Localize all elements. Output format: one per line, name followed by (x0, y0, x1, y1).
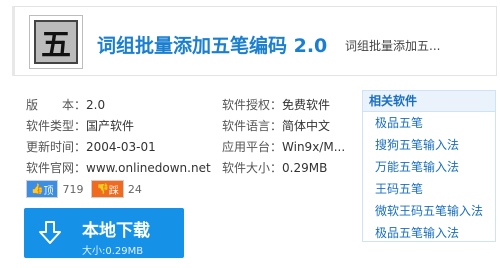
downvote-label: 踩 (108, 185, 119, 197)
info-size: 软件大小：0.29MB (222, 159, 327, 176)
language-label: 软件语言： (222, 119, 283, 133)
download-size: 大小:0.29MB (82, 246, 144, 257)
updated-label: 更新时间： (26, 140, 87, 154)
info-language: 软件语言：简体中文 (222, 117, 330, 134)
related-item[interactable]: 王码五笔 (363, 178, 495, 200)
size-value: 0.29MB (282, 161, 328, 175)
app-logo: 五 (29, 15, 83, 69)
thumbs-down-icon: 👎 (96, 183, 109, 195)
download-arrow-icon (39, 221, 61, 244)
info-type: 软件类型：国产软件 (26, 117, 134, 134)
type-value: 国产软件 (86, 119, 135, 133)
local-download-button[interactable]: 本地下载 大小:0.29MB (24, 208, 184, 258)
platform-value: Win9x/M... (282, 140, 346, 154)
license-label: 软件授权： (222, 98, 283, 112)
version-label: 版 本： (26, 98, 87, 112)
info-license: 软件授权：免费软件 (222, 96, 330, 113)
upvote-label: 顶 (43, 185, 54, 197)
vote-bar: 👍 顶 719 👎 踩 24 (26, 180, 142, 198)
updated-value: 2004-03-01 (86, 140, 156, 154)
site-label: 软件官网： (26, 161, 87, 175)
page-subtitle: 词组批量添加五... (345, 39, 441, 53)
related-item[interactable]: 万能五笔输入法 (363, 156, 495, 178)
info-platform: 应用平台：Win9x/M... (222, 138, 345, 155)
download-label: 本地下载 (82, 221, 150, 241)
related-item[interactable]: 搜狗五笔输入法 (363, 134, 495, 156)
downvote-count: 24 (127, 182, 142, 196)
page-title: 词组批量添加五笔编码 2.0 (97, 35, 328, 57)
language-value: 简体中文 (282, 119, 331, 133)
info-updated: 更新时间：2004-03-01 (26, 138, 156, 155)
info-version: 版 本：2.0 (26, 96, 105, 113)
license-value: 免费软件 (282, 98, 331, 112)
related-item[interactable]: 极品五笔 (363, 112, 495, 134)
version-value: 2.0 (86, 98, 106, 112)
related-software-panel: 相关软件 极品五笔 搜狗五笔输入法 万能五笔输入法 王码五笔 微软王码五笔输入法… (362, 90, 496, 242)
downvote-button[interactable]: 👎 踩 (91, 180, 124, 198)
related-item[interactable]: 微软王码五笔输入法 (363, 200, 495, 222)
related-item[interactable]: 极品五笔输入法 (363, 222, 495, 244)
size-label: 软件大小： (222, 161, 283, 175)
software-header: 五 词组批量添加五笔编码 2.0 词组批量添加五... (12, 6, 497, 76)
related-title: 相关软件 (363, 91, 495, 112)
logo-glyph: 五 (34, 20, 78, 64)
platform-label: 应用平台： (222, 140, 283, 154)
info-site: 软件官网：www.onlinedown.net (26, 159, 211, 176)
upvote-button[interactable]: 👍 顶 (26, 180, 59, 198)
upvote-count: 719 (62, 182, 84, 196)
site-link[interactable]: www.onlinedown.net (86, 161, 211, 175)
type-label: 软件类型： (26, 119, 87, 133)
thumbs-up-icon: 👍 (31, 183, 44, 195)
